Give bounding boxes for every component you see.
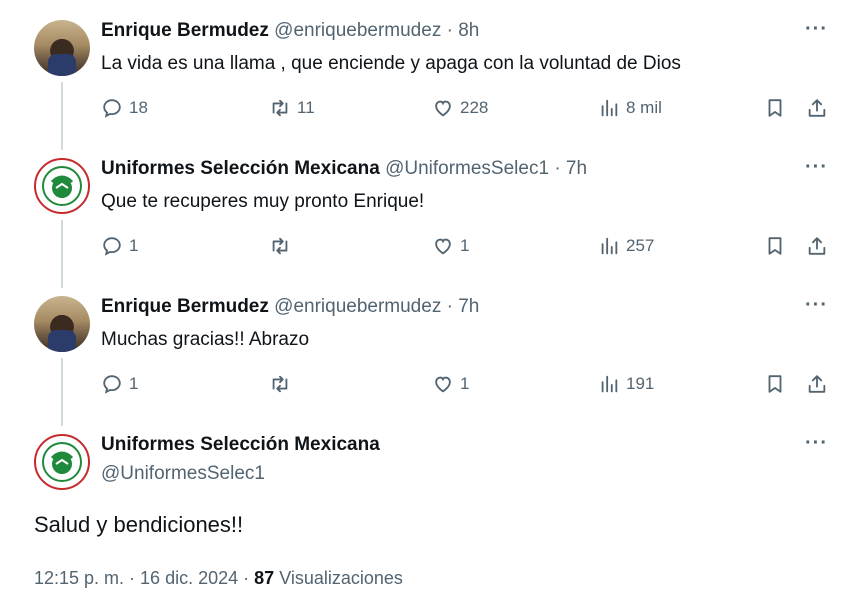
timestamp[interactable]: 7h — [566, 158, 587, 179]
author-name[interactable]: Uniformes Selección Mexicana — [101, 434, 380, 456]
like-button[interactable]: 1 — [432, 373, 469, 395]
author-handle[interactable]: @UniformesSelec1 — [385, 158, 549, 179]
separator: · — [554, 158, 561, 179]
views-count: 257 — [626, 236, 655, 255]
reply-button[interactable]: 18 — [101, 97, 148, 119]
like-count: 1 — [460, 236, 470, 255]
reply-count: 1 — [129, 236, 139, 255]
avatar[interactable] — [34, 158, 90, 214]
bookmark-icon[interactable] — [764, 235, 786, 257]
more-icon[interactable]: ··· — [805, 156, 828, 179]
action-bar: 1 1 257 — [101, 235, 841, 259]
tweet-header: Enrique Bermudez @enriquebermudez · 7h — [101, 296, 479, 318]
like-button[interactable]: 1 — [432, 235, 469, 257]
views-icon — [601, 375, 618, 393]
tweet-header: Uniformes Selección Mexicana @UniformesS… — [101, 158, 587, 180]
bookmark-icon[interactable] — [764, 97, 786, 119]
views-count: 191 — [626, 374, 655, 393]
reply-button[interactable]: 1 — [101, 373, 138, 395]
tweet-text: Que te recuperes muy pronto Enrique! — [101, 191, 425, 212]
retweet-icon — [272, 237, 288, 255]
views-button[interactable]: 8 mil — [598, 97, 662, 119]
views-icon — [601, 237, 618, 255]
separator: · — [446, 296, 453, 317]
like-count: 1 — [460, 374, 470, 393]
tweet[interactable]: Uniformes Selección Mexicana @UniformesS… — [0, 138, 850, 278]
post-timestamp[interactable]: 12:15 p. m. · 16 dic. 2024 · — [34, 568, 249, 588]
timestamp[interactable]: 8h — [458, 20, 479, 41]
views-icon — [601, 99, 618, 117]
reply-count: 1 — [129, 374, 139, 393]
reply-count: 18 — [129, 98, 148, 117]
more-icon[interactable]: ··· — [805, 294, 828, 317]
main-tweet: Uniformes Selección Mexicana @UniformesS… — [0, 414, 850, 602]
bookmark-icon[interactable] — [764, 373, 786, 395]
retweet-button[interactable] — [269, 235, 297, 257]
share-icon[interactable] — [806, 373, 828, 395]
views-button[interactable]: 191 — [598, 373, 654, 395]
share-icon[interactable] — [806, 97, 828, 119]
avatar[interactable] — [34, 20, 90, 76]
tweet-text: Muchas gracias!! Abrazo — [101, 329, 310, 350]
logo-icon — [42, 442, 82, 482]
retweet-button[interactable]: 11 — [269, 97, 315, 119]
retweet-icon — [272, 375, 288, 393]
views-label: Visualizaciones — [279, 568, 403, 588]
author-name[interactable]: Enrique Bermudez — [101, 20, 269, 41]
action-bar: 1 1 191 — [101, 373, 841, 397]
like-button[interactable]: 228 — [432, 97, 488, 119]
like-icon — [435, 238, 451, 255]
retweet-count: 11 — [297, 98, 315, 117]
like-icon — [435, 100, 451, 117]
author-handle[interactable]: @enriquebermudez — [274, 296, 441, 317]
author-handle[interactable]: @enriquebermudez — [274, 20, 441, 41]
author-name[interactable]: Uniformes Selección Mexicana — [101, 158, 380, 179]
reply-icon — [103, 375, 121, 394]
timestamp[interactable]: 7h — [458, 296, 479, 317]
like-count: 228 — [460, 98, 489, 117]
reply-button[interactable]: 1 — [101, 235, 138, 257]
action-bar: 18 11 228 8 mil — [101, 97, 841, 121]
views-count: 8 mil — [626, 98, 662, 117]
author-name[interactable]: Enrique Bermudez — [101, 296, 269, 317]
tweet[interactable]: Enrique Bermudez @enriquebermudez · 8h ·… — [0, 0, 850, 140]
tweet-text: La vida es una llama , que enciende y ap… — [101, 53, 681, 74]
avatar[interactable] — [34, 296, 90, 352]
reply-icon — [103, 99, 121, 118]
views-count: 87 — [254, 568, 275, 588]
tweet-header: Enrique Bermudez @enriquebermudez · 8h — [101, 20, 479, 42]
reply-icon — [103, 237, 121, 256]
share-icon[interactable] — [806, 235, 828, 257]
retweet-icon — [272, 99, 288, 117]
retweet-button[interactable] — [269, 373, 297, 395]
tweet[interactable]: Enrique Bermudez @enriquebermudez · 7h ·… — [0, 276, 850, 416]
tweet-meta: 12:15 p. m. · 16 dic. 2024 · 87 Visualiz… — [34, 568, 403, 589]
views-button[interactable]: 257 — [598, 235, 654, 257]
more-icon[interactable]: ··· — [805, 18, 828, 41]
more-icon[interactable]: ··· — [805, 432, 828, 455]
avatar[interactable] — [34, 434, 90, 490]
like-icon — [435, 376, 451, 393]
separator: · — [446, 20, 453, 41]
logo-icon — [42, 166, 82, 206]
tweet-text: Salud y bendiciones!! — [34, 512, 244, 537]
author-handle[interactable]: @UniformesSelec1 — [101, 463, 265, 485]
